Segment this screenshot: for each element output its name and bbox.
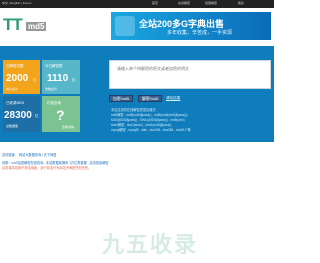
tile-value: ? xyxy=(56,107,65,123)
tile-value: 2000 xyxy=(6,73,29,84)
stat-tile-total: 已收录MD5 28300 亿 总数据量 xyxy=(3,96,40,132)
nav-link-contact[interactable]: 联系 xyxy=(238,1,244,5)
tile-sub: 共计总计 xyxy=(6,87,19,91)
tile-caption: 付费查询 xyxy=(47,101,61,105)
tile-sub: 查看详情 xyxy=(62,125,75,129)
clear-link[interactable]: 清除结果 xyxy=(166,96,180,101)
stat-tile-decrypted: 已解密次数 2000 亿 共计总计 xyxy=(3,60,40,94)
result-line: mysql解密 , mysql5 , ntlm , sha256 , sha38… xyxy=(111,128,191,132)
ad-banner[interactable]: 全站200多G字典出售 多年收集，辛苦成，一手资源 xyxy=(111,12,271,40)
top-bar: 中文 | English | Forum 首页 在线解密 批量解密 联系 xyxy=(0,0,274,8)
tile-sub: 次数总计 xyxy=(45,87,58,91)
result-info: 本站支持的在线解密类型及格式: md5解密 , md5(md5($pass)) … xyxy=(111,108,191,133)
tile-unit: 亿 xyxy=(33,78,37,82)
tile-value: 28300 xyxy=(4,110,32,121)
friend-links[interactable]: 友情链接： 网站大数据查询 | 天下网盘 xyxy=(2,152,56,157)
footer-disclaimer: 请勿将本站用于非法用途，对于非法行为本站不承担任何责任。 xyxy=(2,166,92,170)
watermark-text: 九五收录 xyxy=(102,232,199,257)
tile-caption: 今日解密数 xyxy=(45,64,63,68)
hash-input[interactable] xyxy=(109,60,271,89)
tile-value: 1110 xyxy=(47,73,69,84)
nav-link-decrypt[interactable]: 在线解密 xyxy=(178,1,190,5)
nav-link-batch[interactable]: 批量解密 xyxy=(205,1,217,5)
tile-sub: 总数据量 xyxy=(6,124,19,128)
tile-unit: 亿 xyxy=(72,78,76,82)
language-switch[interactable]: 中文 | English | Forum xyxy=(2,1,31,5)
site-logo[interactable]: TT md5 xyxy=(3,15,63,37)
tile-caption: 已收录MD5 xyxy=(6,101,24,105)
stat-tile-paid[interactable]: 付费查询 ? 查看详情 xyxy=(42,96,80,132)
stat-tile-today: 今日解密数 1110 亿 次数总计 xyxy=(42,60,80,94)
watermark: 九五收录 xyxy=(94,227,196,257)
nav-link-home[interactable]: 首页 xyxy=(152,1,158,5)
tile-caption: 已解密次数 xyxy=(6,64,24,68)
banner-image xyxy=(115,16,135,36)
banner-subtitle: 多年收集，辛苦成，一手资源 xyxy=(167,30,233,36)
encrypt-button[interactable]: 加密/md5 xyxy=(109,95,133,102)
decrypt-button[interactable]: 解密/md5 xyxy=(138,95,162,102)
logo-text: TT xyxy=(3,15,23,34)
tile-unit: 亿 xyxy=(35,114,39,118)
logo-badge: md5 xyxy=(26,22,47,31)
